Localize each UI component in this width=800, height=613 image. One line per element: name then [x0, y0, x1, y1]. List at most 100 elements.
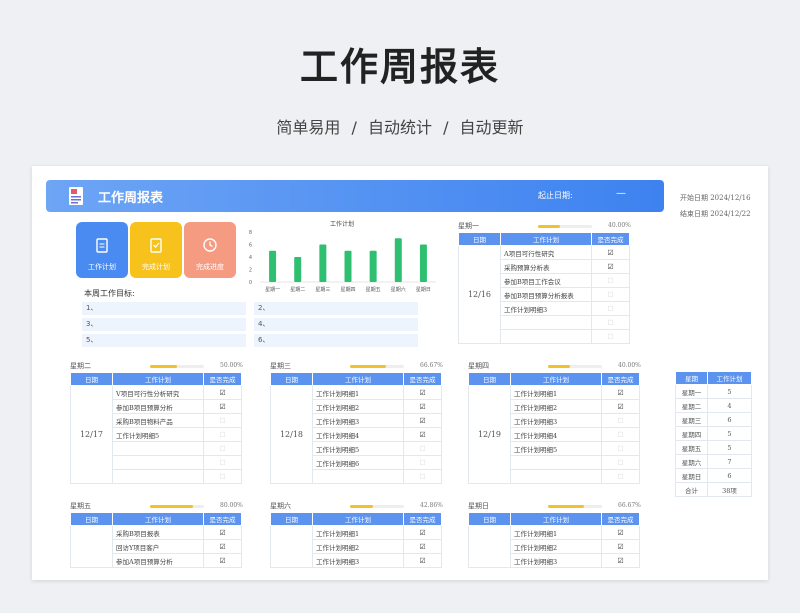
plan-cell[interactable]: 工作计划明细3: [500, 301, 592, 316]
checkbox-icon[interactable]: ☐: [403, 441, 442, 456]
plan-cell[interactable]: 参加B项目预算分析: [112, 399, 204, 414]
checkbox-icon[interactable]: ☑: [601, 525, 640, 540]
checkbox-icon[interactable]: ☐: [203, 441, 242, 456]
checkbox-icon[interactable]: ☑: [403, 539, 442, 554]
checkbox-icon[interactable]: ☑: [591, 259, 630, 274]
plan-cell[interactable]: 工作计划明细2: [510, 399, 602, 414]
summary-count: 5: [707, 384, 752, 399]
checkbox-icon[interactable]: ☑: [403, 553, 442, 568]
plan-cell[interactable]: 工作计划明细3: [312, 413, 404, 428]
plan-cell[interactable]: 工作计划明细5: [112, 427, 204, 442]
checkbox-icon[interactable]: ☑: [203, 553, 242, 568]
checkbox-icon[interactable]: ☐: [601, 413, 640, 428]
summary-day: 星期六: [675, 454, 708, 469]
completed-plan-tile[interactable]: 完成计划: [130, 222, 182, 278]
plan-cell[interactable]: 参加A项目预算分析: [112, 553, 204, 568]
goal-field[interactable]: 4、: [254, 318, 418, 331]
checkbox-icon[interactable]: ☐: [203, 413, 242, 428]
goal-field[interactable]: 3、: [82, 318, 246, 331]
checkbox-icon[interactable]: ☑: [203, 525, 242, 540]
goal-field[interactable]: 6、: [254, 334, 418, 347]
goal-field[interactable]: 2、: [254, 302, 418, 315]
plan-cell[interactable]: 工作计划明细2: [312, 539, 404, 554]
completed-plan-label: 完成计划: [142, 263, 170, 271]
plan-cell[interactable]: 工作计划明细1: [312, 385, 404, 400]
checkbox-icon[interactable]: ☑: [601, 553, 640, 568]
plan-cell[interactable]: [500, 329, 592, 344]
checkbox-icon[interactable]: ☑: [601, 385, 640, 400]
checkbox-icon[interactable]: ☑: [601, 399, 640, 414]
plan-cell[interactable]: A项目可行性研究: [500, 245, 592, 260]
checkbox-icon[interactable]: ☑: [203, 385, 242, 400]
day-plan-table: 日期 工作计划 是否完成 12/16 A项目可行性研究 ☑ 采购预算分析表 ☑ 参加B项目工作会…: [458, 232, 630, 344]
plan-cell[interactable]: 工作计划明细2: [312, 399, 404, 414]
plan-cell[interactable]: 工作计划明细6: [312, 455, 404, 470]
table-row: 工作计划明细1 ☑: [270, 525, 442, 568]
plan-cell[interactable]: 采购预算分析表: [500, 259, 592, 274]
col-date: 日期: [468, 512, 511, 526]
summary-count: 5: [707, 426, 752, 441]
checkbox-icon[interactable]: ☑: [203, 539, 242, 554]
plan-cell[interactable]: 工作计划明细1: [312, 525, 404, 540]
plan-cell[interactable]: 工作计划明细1: [510, 525, 602, 540]
end-date: 结束日期 2024/12/22: [680, 210, 751, 218]
plan-cell[interactable]: [500, 315, 592, 330]
checkbox-icon[interactable]: ☑: [591, 245, 630, 260]
checkbox-icon[interactable]: ☑: [403, 399, 442, 414]
summary-count: 38项: [707, 482, 752, 497]
checkbox-icon[interactable]: ☐: [601, 441, 640, 456]
checkbox-icon[interactable]: ☑: [403, 427, 442, 442]
plan-cell[interactable]: 回访Y项目客户: [112, 539, 204, 554]
checkbox-icon[interactable]: ☐: [591, 273, 630, 288]
plan-cell[interactable]: 工作计划明细2: [510, 539, 602, 554]
checkbox-icon[interactable]: ☐: [403, 469, 442, 484]
plan-cell[interactable]: 工作计划明细3: [510, 553, 602, 568]
checkbox-icon[interactable]: ☐: [203, 427, 242, 442]
plan-cell[interactable]: 采购B项目报表: [112, 525, 204, 540]
checkbox-icon[interactable]: ☑: [203, 399, 242, 414]
table-row: 星期一 5: [675, 384, 752, 399]
checkbox-icon[interactable]: ☐: [203, 455, 242, 470]
checkbox-icon[interactable]: ☐: [591, 329, 630, 344]
checkbox-icon[interactable]: ☐: [601, 469, 640, 484]
summary-day: 星期四: [675, 426, 708, 441]
checkbox-icon[interactable]: ☑: [601, 539, 640, 554]
checkbox-icon[interactable]: ☐: [203, 469, 242, 484]
checkbox-icon[interactable]: ☐: [591, 301, 630, 316]
table-row: 12/17 V项目可行性分析研究 ☑: [70, 385, 242, 484]
checkbox-icon[interactable]: ☑: [403, 525, 442, 540]
plan-cell[interactable]: [510, 455, 602, 470]
checkbox-icon[interactable]: ☐: [601, 455, 640, 470]
plan-cell[interactable]: [112, 441, 204, 456]
plan-cell[interactable]: 工作计划明细5: [510, 441, 602, 456]
goal-field[interactable]: 1、: [82, 302, 246, 315]
plan-cell[interactable]: [312, 469, 404, 484]
plan-cell[interactable]: 工作计划明细1: [510, 385, 602, 400]
plan-cell[interactable]: V项目可行性分析研究: [112, 385, 204, 400]
plan-cell[interactable]: 工作计划明细4: [312, 427, 404, 442]
chart-title: 工作计划: [330, 220, 354, 228]
plan-cell[interactable]: 工作计划明细3: [510, 413, 602, 428]
plan-cell[interactable]: [112, 469, 204, 484]
plan-cell[interactable]: 工作计划明细3: [312, 553, 404, 568]
checkbox-icon[interactable]: ☐: [591, 315, 630, 330]
plan-cell[interactable]: 参加B项目工作会议: [500, 273, 592, 288]
goal-field[interactable]: 5、: [82, 334, 246, 347]
checkbox-icon[interactable]: ☑: [403, 413, 442, 428]
work-plan-tile[interactable]: 工作计划: [76, 222, 128, 278]
day-date: 12/16: [458, 245, 501, 344]
checkbox-icon[interactable]: ☐: [403, 455, 442, 470]
checkbox-icon[interactable]: ☑: [403, 385, 442, 400]
table-row: 合计 38项: [675, 482, 752, 497]
checkbox-icon[interactable]: ☐: [601, 427, 640, 442]
plan-cell[interactable]: 工作计划明细5: [312, 441, 404, 456]
plan-cell[interactable]: 参加B项目预算分析报表: [500, 287, 592, 302]
checkbox-icon[interactable]: ☐: [591, 287, 630, 302]
progress-tile[interactable]: 完成进度: [184, 222, 236, 278]
date-range-value[interactable]: —: [616, 188, 626, 199]
day-plan-table: 日期 工作计划 是否完成 12/18 工作计划明细1 ☑ 工作计划明细2 ☑ 工作计划明细3 ☑ 工…: [270, 372, 442, 484]
plan-cell[interactable]: 工作计划明细4: [510, 427, 602, 442]
plan-cell[interactable]: [510, 469, 602, 484]
plan-cell[interactable]: 采购B项目物料产品: [112, 413, 204, 428]
plan-cell[interactable]: [112, 455, 204, 470]
